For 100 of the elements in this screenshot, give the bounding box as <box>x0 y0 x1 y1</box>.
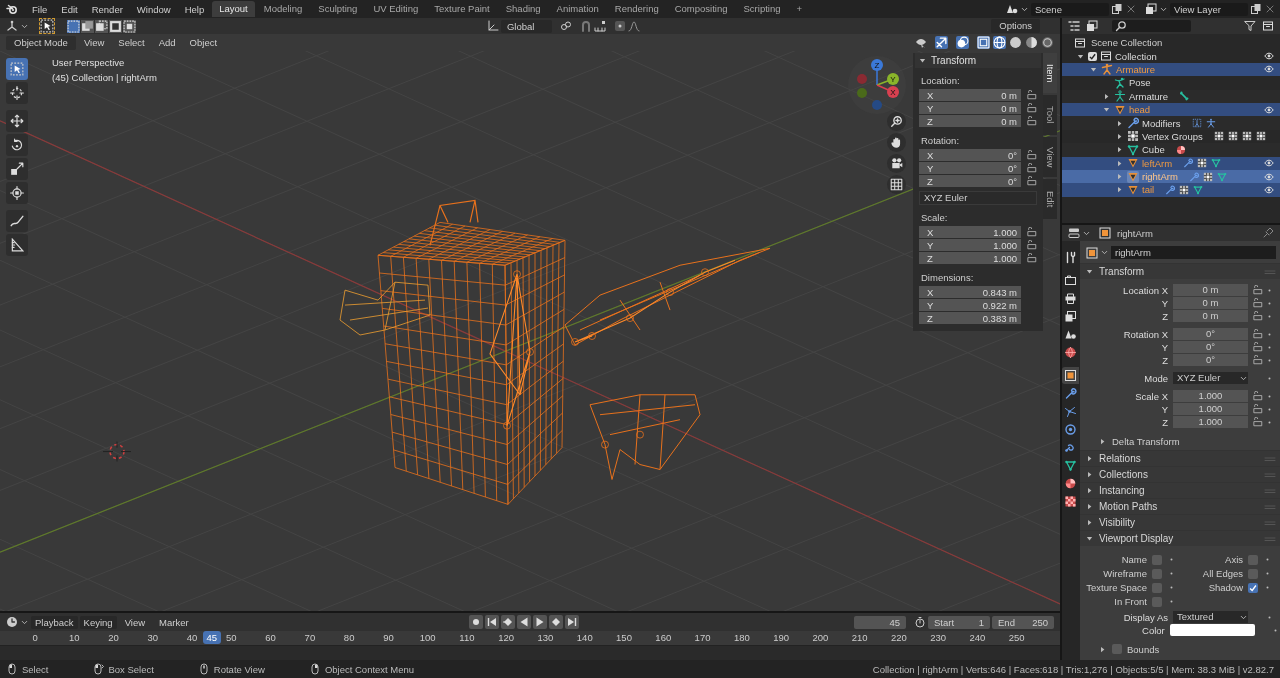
expand-arrow-icon[interactable] <box>1102 91 1111 101</box>
number-field[interactable]: X 1.000 <box>919 226 1021 238</box>
subpanel-title[interactable]: Delta Transform <box>1112 435 1180 447</box>
lock-icon[interactable] <box>1253 391 1263 401</box>
hand-icon[interactable] <box>887 133 906 152</box>
number-field[interactable]: 0 m <box>1173 284 1248 296</box>
gizmo-arrow-icon[interactable] <box>935 36 948 49</box>
expand-arrow-icon[interactable] <box>1115 145 1124 155</box>
eye-icon[interactable] <box>1264 51 1274 62</box>
copy-icon[interactable] <box>1111 3 1123 15</box>
workspace-tab[interactable]: Scripting <box>736 1 788 17</box>
tree-row[interactable]: tail <box>1062 183 1280 197</box>
next-keyframe-icon[interactable] <box>549 615 564 629</box>
lock-icon[interactable] <box>1253 285 1263 295</box>
collapse-arrow-icon[interactable] <box>1085 534 1094 543</box>
menu-item[interactable]: Keying <box>79 615 117 629</box>
number-field[interactable]: Y 0.922 m <box>919 299 1021 311</box>
bone-icon[interactable] <box>1179 91 1190 102</box>
select-mode-icon[interactable] <box>81 19 94 33</box>
expand-arrow-icon[interactable] <box>1115 158 1124 168</box>
record-icon[interactable] <box>469 615 484 629</box>
number-field[interactable]: 0° <box>1173 354 1248 366</box>
properties-editor-icon[interactable] <box>1068 227 1080 239</box>
close-icon[interactable] <box>1264 3 1276 15</box>
copy-icon[interactable] <box>1250 3 1262 15</box>
menu-item[interactable]: Playback <box>31 615 78 629</box>
checkbox[interactable] <box>1152 582 1162 593</box>
vertex-grid-icon[interactable] <box>1213 131 1224 142</box>
number-field[interactable]: 0° <box>1173 341 1248 353</box>
falloff-curve-icon[interactable] <box>628 20 641 32</box>
close-icon[interactable] <box>1125 3 1137 15</box>
cursor-tool-button[interactable] <box>6 82 28 104</box>
collapse-arrow-icon[interactable] <box>1085 267 1094 276</box>
workspace-tab[interactable]: Compositing <box>667 1 735 17</box>
lock-icon[interactable] <box>1253 298 1263 308</box>
xray-icon[interactable] <box>977 36 990 49</box>
menu-item[interactable]: File <box>26 1 54 17</box>
lock-icon[interactable] <box>1253 355 1263 365</box>
menu-item[interactable]: Render <box>85 1 129 17</box>
workspace-tab[interactable]: Sculpting <box>311 1 365 17</box>
measure-tool-button[interactable] <box>6 234 28 256</box>
number-field[interactable]: Z 0 m <box>919 115 1021 127</box>
clock-editor-icon[interactable] <box>6 616 18 628</box>
menu-item[interactable]: Help <box>178 1 211 17</box>
panel-title[interactable]: Relations <box>1099 453 1141 464</box>
expand-arrow-icon[interactable] <box>1098 644 1107 654</box>
select-mode-icon[interactable] <box>67 19 80 33</box>
lock-icon[interactable] <box>1027 227 1037 237</box>
orientation-dropdown[interactable]: Global <box>500 19 553 33</box>
select-mode-icon[interactable] <box>109 19 122 33</box>
workspace-tab[interactable]: Rendering <box>607 1 666 17</box>
panel-title[interactable]: Instancing <box>1099 485 1145 496</box>
number-field[interactable]: X 0° <box>919 149 1021 161</box>
number-field[interactable]: X 0.843 m <box>919 286 1021 298</box>
checkbox[interactable] <box>1152 554 1162 565</box>
select-box-tool-button[interactable] <box>6 58 28 80</box>
menu-item[interactable]: View <box>118 614 152 630</box>
number-field[interactable]: Y 0° <box>919 162 1021 174</box>
navigation-gizmo[interactable]: Z Y X <box>847 55 907 115</box>
menu-item[interactable]: Object <box>183 35 224 50</box>
cone-sphere-icon[interactable] <box>1006 3 1018 15</box>
image-stack-icon[interactable] <box>1086 20 1098 32</box>
annotate-tool-button[interactable] <box>6 210 28 232</box>
lock-icon[interactable] <box>1027 240 1037 250</box>
lock-icon[interactable] <box>1253 329 1263 339</box>
transform-tool-button[interactable] <box>6 182 28 204</box>
number-field[interactable]: Z 0° <box>919 175 1021 187</box>
select-mode-icon[interactable] <box>95 19 108 33</box>
pin-icon[interactable] <box>1262 227 1274 239</box>
solid-sphere-icon[interactable] <box>1009 36 1022 49</box>
number-field[interactable]: Z 1.000 <box>919 252 1021 264</box>
overlays-icon[interactable] <box>956 36 969 49</box>
checkbox[interactable] <box>1152 568 1162 579</box>
panel-title[interactable]: Transform <box>931 55 977 66</box>
number-field[interactable]: 0 m <box>1173 310 1248 322</box>
image-stack-icon[interactable] <box>1145 3 1157 15</box>
list-icon[interactable] <box>1068 20 1080 32</box>
eye-icon[interactable] <box>1264 104 1274 115</box>
vertex-grid-icon[interactable] <box>1227 131 1238 142</box>
workspace-tab[interactable]: Texture Paint <box>427 1 497 17</box>
menu-item[interactable]: Add <box>152 35 182 50</box>
expand-arrow-icon[interactable] <box>1085 502 1094 511</box>
end-frame-field[interactable]: End 250 <box>992 615 1054 629</box>
lock-icon[interactable] <box>1253 404 1263 414</box>
playhead[interactable]: 45 <box>202 631 221 644</box>
scale-tool-button[interactable] <box>6 158 28 180</box>
number-field[interactable]: X 0 m <box>919 89 1021 101</box>
checkbox[interactable] <box>1248 568 1258 579</box>
workspace-tab[interactable]: Shading <box>498 1 548 17</box>
menu-item[interactable]: View <box>77 35 111 50</box>
lock-icon[interactable] <box>1027 176 1037 186</box>
number-field[interactable]: Z 0.383 m <box>919 312 1021 324</box>
workspace-tab[interactable]: UV Editing <box>366 1 426 17</box>
lock-icon[interactable] <box>1253 342 1263 352</box>
checkbox[interactable] <box>1248 582 1258 593</box>
expand-arrow-icon[interactable] <box>1085 518 1094 527</box>
checkbox[interactable] <box>1248 554 1258 565</box>
menu-item[interactable]: Edit <box>55 1 84 17</box>
lock-icon[interactable] <box>1027 163 1037 173</box>
search-field[interactable] <box>1112 20 1191 32</box>
